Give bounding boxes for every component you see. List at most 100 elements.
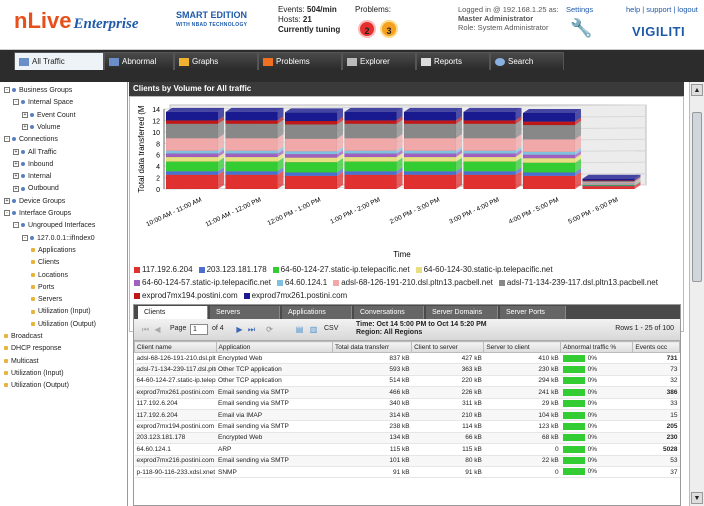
collapse-icon[interactable]: - [4,87,10,94]
tab-abnormal-traffic[interactable]: Abnormal Traffic [104,52,174,84]
bar-segment[interactable] [522,162,576,173]
help-links[interactable]: help | support | logout [626,5,698,14]
bar-segment[interactable] [344,156,397,162]
tree-item[interactable]: + Outbound [13,184,59,193]
expand-icon[interactable]: + [4,197,10,204]
column-header[interactable]: Abnormal traffic % [560,341,634,353]
tree-item[interactable]: Utilization (Output) [4,381,69,390]
column-header[interactable]: Events occ [632,341,680,353]
bar-segment[interactable] [463,111,516,121]
tree-item[interactable]: - Interface Groups [4,209,71,218]
problem-count-red[interactable]: 2 [358,20,376,38]
bar-segment[interactable] [403,150,457,154]
bar-segment[interactable] [403,120,457,125]
expand-icon[interactable]: + [13,160,19,167]
bar-segment[interactable] [284,157,338,163]
bar-segment[interactable] [284,153,338,158]
bar-segment[interactable] [165,171,219,175]
bar-segment[interactable] [463,153,516,158]
collapse-icon[interactable]: - [13,99,19,106]
bar-segment[interactable] [284,138,338,152]
bar-segment[interactable] [284,175,338,190]
table-row[interactable]: 64.60.124.1 ARP 115 kB 115 kB 0 0% 5028 [134,443,680,456]
bar-segment[interactable] [165,156,219,162]
tree-item[interactable]: Utilization (Output) [31,320,96,329]
tree-item[interactable]: Utilization (Input) [31,307,91,316]
collapse-icon[interactable]: - [4,136,10,143]
table-row[interactable]: 203.123.181.178 Encrypted Web 134 kB 66 kB 6… [134,432,680,445]
tree-item[interactable]: Broadcast [4,332,43,341]
bar-segment[interactable] [463,123,516,139]
bar-segment[interactable] [403,153,457,158]
tree-item[interactable]: - Ungrouped Interfaces [13,221,95,230]
table-row[interactable]: exprod7mx261.postini.com Email sending vi… [134,386,680,399]
table-row[interactable]: 117.192.6.204 Email sending via SMTP 340 k… [134,398,680,410]
bar-segment[interactable] [165,137,219,151]
scroll-thumb[interactable] [692,112,702,282]
bar-segment[interactable] [284,161,338,173]
bar-segment[interactable] [403,156,457,162]
tab-graphs[interactable]: Graphs [174,52,258,70]
bar-segment[interactable] [225,156,278,162]
bar-segment[interactable] [522,175,576,190]
tree-item[interactable]: Servers [31,295,62,304]
bar-segment[interactable] [225,161,278,172]
bar-segment[interactable] [284,124,338,139]
bar-segment[interactable] [284,172,338,177]
table-row[interactable]: exprod7mx216.postini.com Email sending vi… [134,455,680,467]
wrench-icon[interactable]: 🔧 [570,18,592,39]
next-page-icon[interactable]: ▶ [234,324,245,335]
bar-segment[interactable] [225,111,278,121]
bar-segment[interactable] [403,171,457,175]
tab-explorer[interactable]: Explorer [342,52,416,70]
bar-segment[interactable] [284,151,338,155]
tree-item[interactable]: + Inbound [13,160,53,169]
collapse-icon[interactable]: - [22,234,28,241]
bar-segment[interactable] [165,120,219,125]
bar-segment[interactable] [582,181,635,184]
bar-segment[interactable] [463,137,516,151]
expand-icon[interactable]: + [22,124,28,131]
problem-count-orange[interactable]: 3 [380,20,398,38]
tree-item[interactable]: Locations [31,271,68,280]
column-header[interactable]: Client name [134,341,217,353]
settings-link[interactable]: Settings [566,5,593,14]
bar-segment[interactable] [522,172,576,177]
scroll-up-icon[interactable]: ▲ [691,84,703,96]
collapse-icon[interactable]: - [4,210,10,217]
tree-item[interactable]: Multicast [4,357,39,366]
tree-item[interactable]: + Event Count [22,111,76,120]
tree-item[interactable]: + Internal [13,172,51,181]
tree-item[interactable]: - Internal Space [13,98,73,107]
grid-tab-applications[interactable]: Applications [282,306,352,319]
page-scrollbar[interactable]: ▲ ▼ [689,82,704,506]
tree-item[interactable]: + All Traffic [13,148,57,157]
tree-item[interactable]: Applications [31,246,76,255]
csv-button[interactable]: CSV [324,325,338,332]
grid-tab-server-ports[interactable]: Server Ports [500,306,566,319]
bar-segment[interactable] [344,161,397,172]
first-page-icon[interactable]: ⏮ [140,324,151,335]
bar-segment[interactable] [165,161,219,172]
bar-segment[interactable] [284,120,338,125]
bar-segment[interactable] [463,150,516,154]
tab-all-traffic[interactable]: All Traffic [14,52,104,70]
bar-segment[interactable] [344,137,397,151]
bar-segment[interactable] [403,161,457,172]
bar-segment[interactable] [344,111,397,121]
tab-reports[interactable]: Reports [416,52,490,70]
bar-segment[interactable] [165,123,219,139]
export-icon[interactable]: ▤ [294,324,305,335]
tree-item[interactable]: Utilization (Input) [4,369,64,378]
bar-segment[interactable] [522,121,576,126]
bar-segment[interactable] [225,153,278,158]
table-row[interactable]: p-118-90-116-233.xdsl.xnet SNMP 91 kB 91 kB… [134,466,680,479]
bar-segment[interactable] [522,112,576,122]
bar-segment[interactable] [522,157,576,163]
tab-search[interactable]: Search [490,52,564,70]
bar-segment[interactable] [344,171,397,175]
tree-item[interactable]: + Volume [22,123,60,132]
tree-item[interactable]: - 127.0.0.1::ifIndex0 [22,234,95,243]
table-row[interactable]: 64-60-124-27.static-ip.telepa Other TCP a… [134,375,680,388]
bar-segment[interactable] [463,171,516,175]
